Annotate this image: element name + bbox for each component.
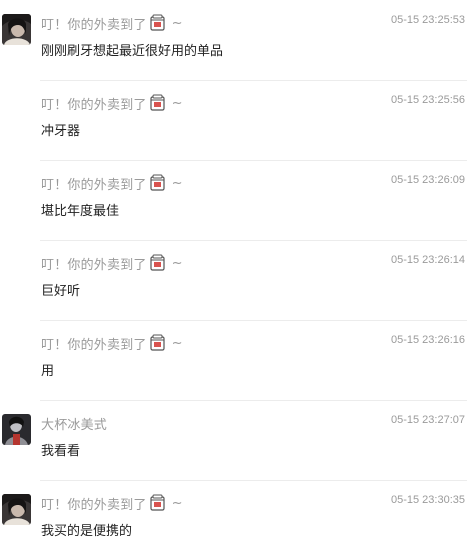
name-suffix: ~ [171, 15, 183, 31]
takeout-cup-icon [148, 14, 167, 32]
message-item: 叮！你的外卖到了 ~ 05-15 23:25:56 冲牙器 [0, 80, 473, 160]
takeout-cup-icon [148, 254, 167, 272]
sender-name[interactable]: 大杯冰美式 [41, 414, 107, 433]
message-item: 叮！你的外卖到了 ~ 05-15 23:26:09 堪比年度最佳 [0, 160, 473, 240]
takeout-cup-icon [148, 334, 167, 352]
name-suffix: ~ [171, 255, 183, 271]
avatar[interactable] [2, 494, 31, 525]
divider [40, 480, 467, 481]
message-item: 叮！你的外卖到了 ~ 05-15 23:30:35 我买的是便携的 [0, 480, 473, 560]
divider [40, 160, 467, 161]
avatar[interactable] [2, 14, 31, 45]
name-suffix: ~ [171, 335, 183, 351]
sender-name[interactable]: 叮！你的外卖到了 [41, 334, 147, 353]
takeout-cup-icon [148, 94, 167, 112]
sender-name[interactable]: 叮！你的外卖到了 [41, 174, 147, 193]
sender-name[interactable]: 叮！你的外卖到了 [41, 494, 147, 513]
message-text: 刚刚刷牙想起最近很好用的单品 [41, 44, 224, 59]
chat-message-list: 叮！你的外卖到了 ~ 05-15 23:25:53 刚刚刷牙想起最近很好用的单品… [0, 0, 473, 544]
divider [40, 320, 467, 321]
message-text: 我看看 [41, 444, 81, 459]
message-time: 05-15 23:25:56 [390, 94, 465, 106]
message-text: 我买的是便携的 [41, 524, 133, 539]
message-item: 叮！你的外卖到了 ~ 05-15 23:26:16 用 [0, 320, 473, 400]
name-suffix: ~ [171, 95, 183, 111]
name-suffix: ~ [171, 495, 183, 511]
message-item: 叮！你的外卖到了 ~ 05-15 23:25:53 刚刚刷牙想起最近很好用的单品 [0, 0, 473, 80]
message-text: 堪比年度最佳 [41, 204, 120, 219]
message-item: 大杯冰美式 05-15 23:27:07 我看看 [0, 400, 473, 480]
takeout-cup-icon [148, 494, 167, 512]
divider [40, 400, 467, 401]
message-time: 05-15 23:26:16 [390, 334, 465, 346]
sender-name[interactable]: 叮！你的外卖到了 [41, 14, 147, 33]
divider [40, 80, 467, 81]
message-text: 冲牙器 [41, 124, 81, 139]
message-text: 巨好听 [41, 284, 81, 299]
name-suffix: ~ [171, 175, 183, 191]
sender-name[interactable]: 叮！你的外卖到了 [41, 254, 147, 273]
takeout-cup-icon [148, 174, 167, 192]
divider [40, 240, 467, 241]
avatar[interactable] [2, 414, 31, 445]
message-item: 叮！你的外卖到了 ~ 05-15 23:26:14 巨好听 [0, 240, 473, 320]
message-time: 05-15 23:30:35 [390, 494, 465, 506]
message-time: 05-15 23:27:07 [390, 414, 465, 426]
sender-name[interactable]: 叮！你的外卖到了 [41, 94, 147, 113]
message-time: 05-15 23:26:09 [390, 174, 465, 186]
message-time: 05-15 23:26:14 [390, 254, 465, 266]
message-time: 05-15 23:25:53 [390, 14, 465, 26]
message-text: 用 [41, 364, 55, 379]
